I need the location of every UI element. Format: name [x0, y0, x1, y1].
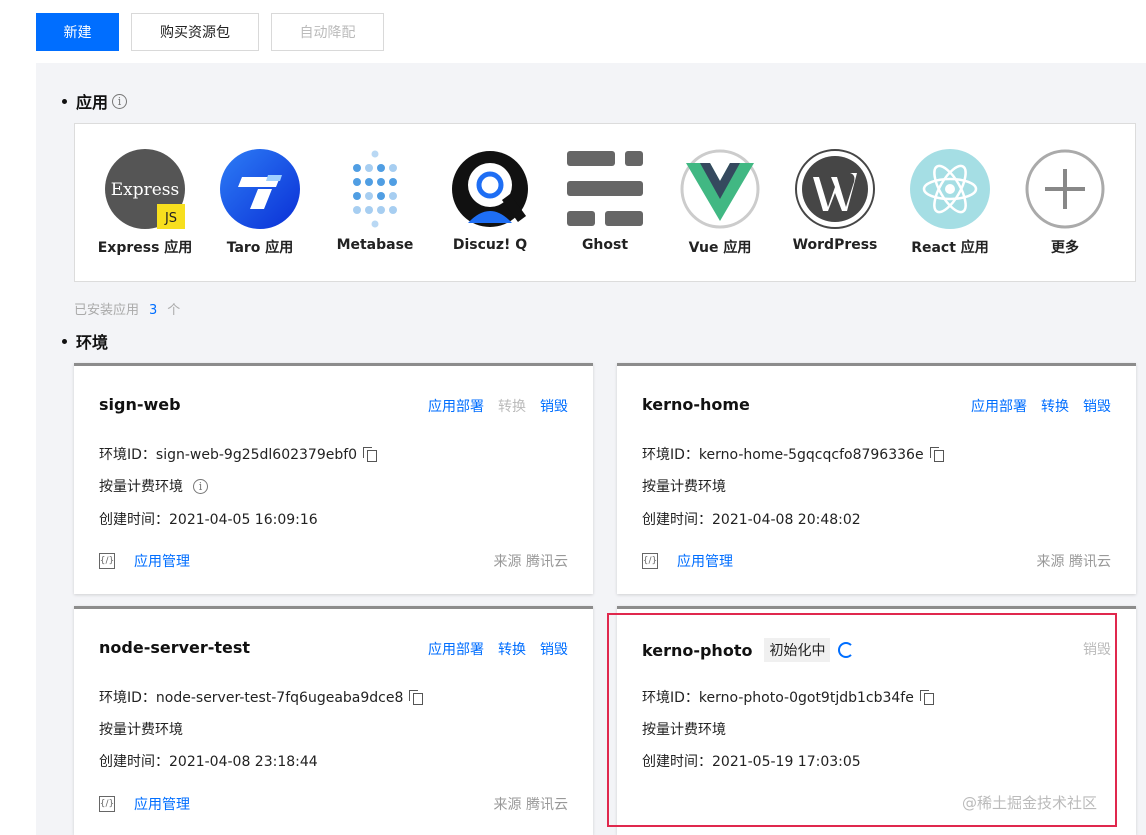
ghost-logo	[565, 149, 645, 229]
app-discuz[interactable]: Discuz! Q	[435, 149, 545, 253]
app-vue[interactable]: Vue 应用	[665, 149, 775, 257]
info-icon[interactable]: i	[193, 478, 208, 494]
deploy-button[interactable]: 应用部署	[971, 396, 1027, 416]
env-card-sign-web: sign-web 应用部署 转换 销毁 环境ID：sign-web-9g25dl…	[74, 363, 593, 594]
react-logo	[910, 149, 990, 229]
env-name: node-server-test	[99, 638, 251, 657]
new-button[interactable]: 新建	[36, 13, 119, 51]
watermark: @稀土掘金技术社区	[962, 794, 1098, 812]
apps-section-title: 应用 i	[62, 89, 128, 113]
app-manage-link[interactable]: 应用管理	[134, 551, 190, 571]
source-label: 来源 腾讯云	[493, 554, 568, 570]
destroy-button[interactable]: 销毁	[540, 639, 568, 659]
copy-icon[interactable]	[929, 447, 944, 462]
copy-icon[interactable]	[409, 690, 424, 705]
created-time: 创建时间：2021-04-08 23:18:44	[99, 754, 318, 770]
buy-resource-pack-button[interactable]: 购买资源包	[131, 13, 259, 51]
app-taro[interactable]: Taro 应用	[205, 149, 315, 257]
svg-text:Express: Express	[111, 180, 180, 200]
env-name: kerno-home	[642, 395, 750, 414]
apps-list: Express JS Express 应用 Taro 应用 Metabase D…	[74, 123, 1136, 282]
installed-count-link[interactable]: 3	[149, 303, 157, 318]
app-react[interactable]: React 应用	[895, 149, 1005, 257]
taro-logo	[220, 149, 300, 229]
metabase-logo	[335, 149, 415, 229]
code-icon: {/}	[99, 553, 115, 569]
billing-type: 按量计费环境	[642, 479, 726, 495]
app-express[interactable]: Express JS Express 应用	[90, 149, 200, 257]
app-more[interactable]: 更多	[1010, 149, 1120, 257]
deploy-button[interactable]: 应用部署	[428, 396, 484, 416]
convert-button[interactable]: 转换	[1041, 396, 1069, 416]
info-icon[interactable]: i	[112, 93, 128, 109]
billing-type: 按量计费环境	[99, 479, 183, 495]
code-icon: {/}	[99, 796, 115, 812]
billing-type: 按量计费环境	[99, 722, 183, 738]
source-label: 来源 腾讯云	[493, 797, 568, 813]
env-card-kerno-home: kerno-home 应用部署 转换 销毁 环境ID：kerno-home-5g…	[617, 363, 1136, 594]
env-card-node-server-test: node-server-test 应用部署 转换 销毁 环境ID：node-se…	[74, 606, 593, 835]
app-ghost[interactable]: Ghost	[550, 149, 660, 253]
svg-text:JS: JS	[164, 211, 177, 226]
installed-count: 已安装应用 3 个	[74, 303, 181, 318]
env-id: 环境ID：kerno-home-5gqcqcfo8796336e	[642, 447, 924, 463]
source-label: 来源 腾讯云	[1036, 554, 1111, 570]
env-section-title: 环境	[62, 329, 108, 353]
created-time: 创建时间：2021-04-05 16:09:16	[99, 512, 318, 528]
app-manage-link[interactable]: 应用管理	[134, 794, 190, 814]
deploy-button[interactable]: 应用部署	[428, 639, 484, 659]
convert-button[interactable]: 转换	[498, 396, 526, 416]
app-manage-link[interactable]: 应用管理	[677, 551, 733, 571]
convert-button[interactable]: 转换	[498, 639, 526, 659]
app-metabase[interactable]: Metabase	[320, 149, 430, 253]
plus-icon	[1025, 149, 1105, 229]
code-icon: {/}	[642, 553, 658, 569]
app-wordpress[interactable]: WordPress	[780, 149, 890, 253]
destroy-button[interactable]: 销毁	[540, 396, 568, 416]
env-id: 环境ID：node-server-test-7fq6ugeaba9dce8	[99, 690, 404, 706]
wordpress-logo	[795, 149, 875, 229]
copy-icon[interactable]	[363, 447, 378, 462]
vue-logo	[680, 149, 760, 229]
destroy-button[interactable]: 销毁	[1083, 396, 1111, 416]
env-id: 环境ID：sign-web-9g25dl602379ebf0	[99, 447, 358, 463]
discuz-logo	[450, 149, 530, 229]
auto-downgrade-button[interactable]: 自动降配	[271, 13, 384, 51]
toolbar: 新建 购买资源包 自动降配	[36, 13, 384, 51]
express-logo: Express JS	[105, 149, 185, 229]
created-time: 创建时间：2021-04-08 20:48:02	[642, 512, 861, 528]
env-name: sign-web	[99, 395, 181, 414]
